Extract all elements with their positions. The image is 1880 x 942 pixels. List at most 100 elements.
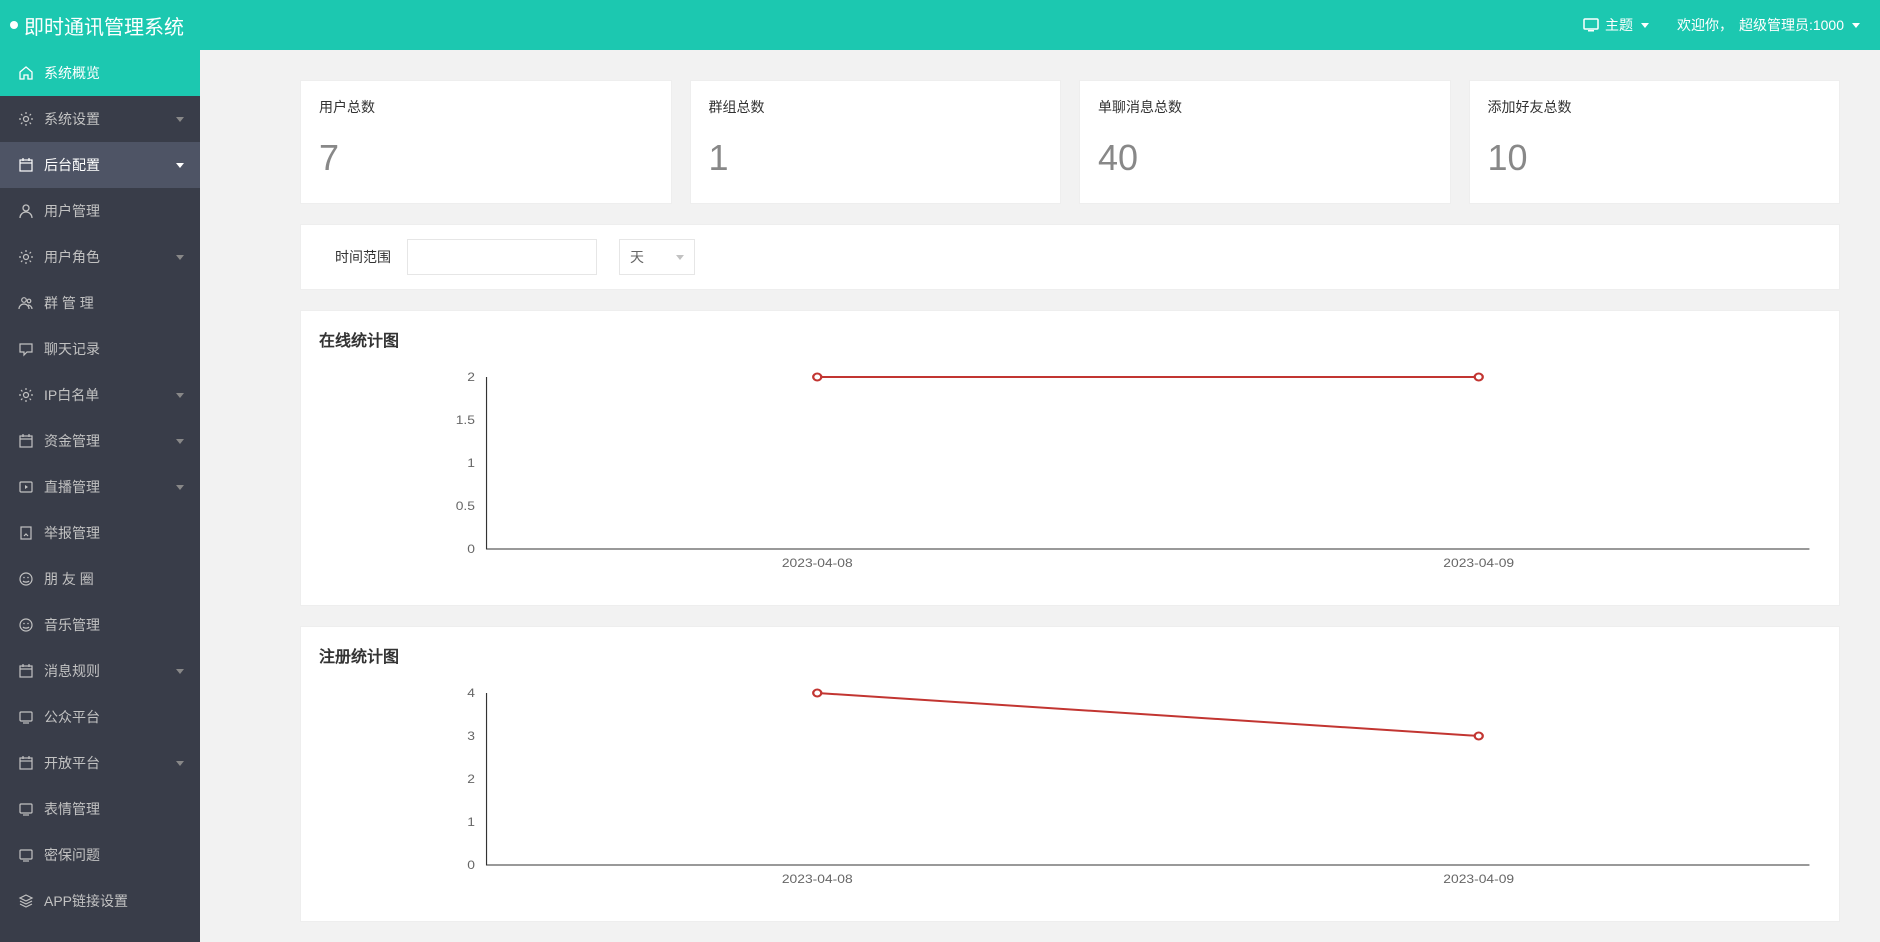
register-stats-chart-card: 注册统计图 0 1 2 3 4 2023-04-08 2023-04-09: [300, 626, 1840, 922]
stat-card-0: 用户总数7: [300, 80, 672, 204]
sidebar-item-11[interactable]: 朋 友 圈: [0, 556, 200, 602]
sidebar-item-4[interactable]: 用户角色: [0, 234, 200, 280]
svg-text:1: 1: [467, 456, 475, 470]
chevron-down-icon: [1852, 23, 1860, 28]
filter-bar: 时间范围 天: [300, 224, 1840, 290]
time-unit-select[interactable]: 天: [619, 239, 695, 275]
chevron-down-icon: [176, 163, 184, 168]
header-right: 主题 欢迎你， 超级管理员:1000: [1583, 15, 1860, 35]
stat-card-3: 添加好友总数 10: [1469, 80, 1841, 204]
calendar-icon: [18, 433, 34, 449]
stat-value: 7: [319, 137, 653, 179]
sidebar-item-label: 聊天记录: [44, 339, 100, 359]
sidebar-item-0[interactable]: 系统概览: [0, 50, 200, 96]
chevron-down-icon: [176, 393, 184, 398]
report-icon: [18, 525, 34, 541]
chevron-down-icon: [176, 255, 184, 260]
sidebar-item-label: 消息规则: [44, 661, 100, 681]
sidebar: 系统概览系统设置后台配置用户管理用户角色群 管 理聊天记录 IP白名单资金管理直播…: [0, 50, 200, 942]
sidebar-item-15[interactable]: 开放平台: [0, 740, 200, 786]
user-label: 超级管理员:1000: [1739, 15, 1844, 35]
svg-text:3: 3: [467, 729, 475, 743]
svg-text:1.5: 1.5: [456, 413, 475, 427]
logo-dot-icon: [10, 21, 18, 29]
sidebar-item-3[interactable]: 用户管理: [0, 188, 200, 234]
stat-card-2: 单聊消息总数 40: [1079, 80, 1451, 204]
sidebar-item-14[interactable]: 公众平台: [0, 694, 200, 740]
svg-text:2: 2: [467, 772, 475, 786]
stat-label: 单聊消息总数: [1098, 97, 1432, 117]
chevron-down-icon: [676, 255, 684, 260]
layers-icon: [18, 893, 34, 909]
chevron-down-icon: [176, 439, 184, 444]
sidebar-item-label: 用户管理: [44, 201, 100, 221]
svg-text:0.5: 0.5: [456, 499, 475, 513]
sidebar-item-label: 群 管 理: [44, 293, 94, 313]
user-menu[interactable]: 欢迎你， 超级管理员:1000: [1677, 15, 1860, 35]
online-stats-chart: 00.511.522023-04-082023-04-09: [319, 365, 1821, 575]
sidebar-item-label: APP链接设置: [44, 891, 128, 911]
sidebar-item-label: 表情管理: [44, 799, 100, 819]
svg-text:0: 0: [467, 858, 475, 872]
stat-card-1: 群组总数1: [690, 80, 1062, 204]
gear-icon: [18, 387, 34, 403]
top-header: 即时通讯管理系统 主题 欢迎你， 超级管理员:1000: [0, 0, 1880, 50]
stat-value: 10: [1488, 137, 1822, 179]
calendar-icon: [18, 157, 34, 173]
sidebar-item-label: 开放平台: [44, 753, 100, 773]
svg-text:4: 4: [467, 686, 475, 700]
theme-button[interactable]: 主题: [1583, 15, 1649, 35]
sidebar-item-10[interactable]: 举报管理: [0, 510, 200, 556]
time-range-input[interactable]: [407, 239, 597, 275]
chat-icon: [18, 341, 34, 357]
monitor-icon: [18, 801, 34, 817]
sidebar-item-label: 资金管理: [44, 431, 100, 451]
sidebar-item-6[interactable]: 聊天记录: [0, 326, 200, 372]
svg-text:2023-04-08: 2023-04-08: [782, 872, 853, 886]
sidebar-item-13[interactable]: 消息规则: [0, 648, 200, 694]
stat-label: 添加好友总数: [1488, 97, 1822, 117]
chart-title: 注册统计图: [319, 643, 1821, 667]
stats-row: 用户总数7群组总数1 单聊消息总数 40 添加好友总数 10: [300, 80, 1840, 204]
calendar-icon: [18, 755, 34, 771]
sidebar-item-label: 系统设置: [44, 109, 100, 129]
sidebar-item-1[interactable]: 系统设置: [0, 96, 200, 142]
play-icon: [18, 479, 34, 495]
svg-text:2: 2: [467, 370, 475, 384]
svg-text:1: 1: [467, 815, 475, 829]
home-icon: [18, 65, 34, 81]
svg-text:0: 0: [467, 542, 475, 556]
sidebar-item-5[interactable]: 群 管 理: [0, 280, 200, 326]
theme-label: 主题: [1605, 15, 1633, 35]
sidebar-item-label: 朋 友 圈: [44, 569, 94, 589]
sidebar-item-12[interactable]: 音乐管理: [0, 602, 200, 648]
sidebar-item-7[interactable]: IP白名单: [0, 372, 200, 418]
monitor-icon: [18, 709, 34, 725]
calendar-icon: [18, 663, 34, 679]
chevron-down-icon: [176, 669, 184, 674]
gear-icon: [18, 249, 34, 265]
sidebar-item-2[interactable]: 后台配置: [0, 142, 200, 188]
sidebar-item-label: 系统概览: [44, 63, 100, 83]
group-icon: [18, 295, 34, 311]
user-icon: [18, 203, 34, 219]
sidebar-item-16[interactable]: 表情管理: [0, 786, 200, 832]
svg-text:2023-04-09: 2023-04-09: [1443, 872, 1514, 886]
chevron-down-icon: [176, 117, 184, 122]
sidebar-item-18[interactable]: APP链接设置: [0, 878, 200, 924]
sidebar-item-label: 密保问题: [44, 845, 100, 865]
svg-text:2023-04-08: 2023-04-08: [782, 556, 853, 570]
stat-value: 40: [1098, 137, 1432, 179]
sidebar-item-9[interactable]: 直播管理: [0, 464, 200, 510]
sidebar-item-label: 用户角色: [44, 247, 100, 267]
sidebar-item-label: 公众平台: [44, 707, 100, 727]
chart-title: 在线统计图: [319, 327, 1821, 351]
main-content: 用户总数7群组总数1单聊消息总数40添加好友总数10 时间范围 天 在线统计图 …: [200, 50, 1880, 942]
online-stats-chart-card: 在线统计图 00.511.522023-04-082023-04-09: [300, 310, 1840, 606]
register-stats-chart: 0 1 2 3 4 2023-04-08 2023-04-09: [319, 681, 1821, 891]
stat-label: 群组总数: [709, 97, 1043, 117]
sidebar-item-8[interactable]: 资金管理: [0, 418, 200, 464]
sidebar-item-label: 音乐管理: [44, 615, 100, 635]
sidebar-item-17[interactable]: 密保问题: [0, 832, 200, 878]
theme-icon: [1583, 18, 1599, 32]
